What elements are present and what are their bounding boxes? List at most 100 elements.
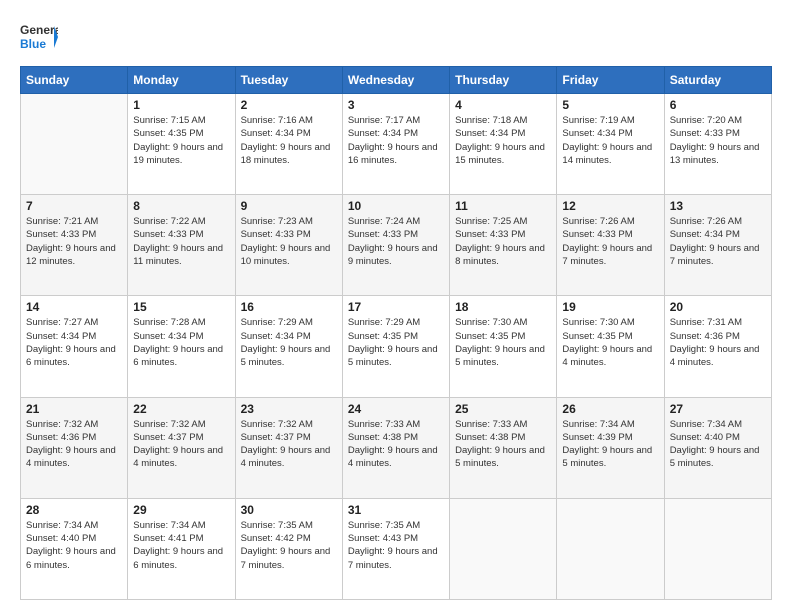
calendar-week-3: 14Sunrise: 7:27 AMSunset: 4:34 PMDayligh… bbox=[21, 296, 772, 397]
day-number: 27 bbox=[670, 402, 766, 416]
calendar-cell: 23 Sunrise: 7:32 AMSunset: 4:37 PMDayligh… bbox=[235, 397, 342, 498]
day-number: 18 bbox=[455, 300, 551, 314]
calendar-header-row: SundayMondayTuesdayWednesdayThursdayFrid… bbox=[21, 67, 772, 94]
calendar-cell: 18 Sunrise: 7:30 AMSunset: 4:35 PMDayligh… bbox=[450, 296, 557, 397]
day-info: Sunrise: 7:34 AMSunset: 4:40 PMDaylight:… bbox=[670, 418, 766, 471]
day-info: Sunrise: 7:31 AMSunset: 4:36 PMDaylight:… bbox=[670, 316, 766, 369]
day-number: 29 bbox=[133, 503, 229, 517]
calendar-cell: 14Sunrise: 7:27 AMSunset: 4:34 PMDayligh… bbox=[21, 296, 128, 397]
calendar-cell: 5 Sunrise: 7:19 AMSunset: 4:34 PMDaylight… bbox=[557, 94, 664, 195]
calendar-cell: 13 Sunrise: 7:26 AMSunset: 4:34 PMDayligh… bbox=[664, 195, 771, 296]
calendar-cell: 22 Sunrise: 7:32 AMSunset: 4:37 PMDayligh… bbox=[128, 397, 235, 498]
day-info: Sunrise: 7:20 AMSunset: 4:33 PMDaylight:… bbox=[670, 114, 766, 167]
calendar-cell: 11 Sunrise: 7:25 AMSunset: 4:33 PMDayligh… bbox=[450, 195, 557, 296]
day-info: Sunrise: 7:33 AMSunset: 4:38 PMDaylight:… bbox=[348, 418, 444, 471]
calendar-week-4: 21 Sunrise: 7:32 AMSunset: 4:36 PMDayligh… bbox=[21, 397, 772, 498]
day-info: Sunrise: 7:30 AMSunset: 4:35 PMDaylight:… bbox=[455, 316, 551, 369]
calendar-cell: 7 Sunrise: 7:21 AMSunset: 4:33 PMDaylight… bbox=[21, 195, 128, 296]
day-number: 4 bbox=[455, 98, 551, 112]
day-number: 16 bbox=[241, 300, 337, 314]
day-number: 6 bbox=[670, 98, 766, 112]
day-info: Sunrise: 7:23 AMSunset: 4:33 PMDaylight:… bbox=[241, 215, 337, 268]
day-number: 26 bbox=[562, 402, 658, 416]
weekday-header-sunday: Sunday bbox=[21, 67, 128, 94]
day-info: Sunrise: 7:25 AMSunset: 4:33 PMDaylight:… bbox=[455, 215, 551, 268]
calendar-cell bbox=[450, 498, 557, 599]
day-info: Sunrise: 7:30 AMSunset: 4:35 PMDaylight:… bbox=[562, 316, 658, 369]
day-number: 5 bbox=[562, 98, 658, 112]
calendar-cell: 8 Sunrise: 7:22 AMSunset: 4:33 PMDaylight… bbox=[128, 195, 235, 296]
day-number: 24 bbox=[348, 402, 444, 416]
day-number: 12 bbox=[562, 199, 658, 213]
day-number: 31 bbox=[348, 503, 444, 517]
day-number: 25 bbox=[455, 402, 551, 416]
day-info: Sunrise: 7:16 AMSunset: 4:34 PMDaylight:… bbox=[241, 114, 337, 167]
day-number: 30 bbox=[241, 503, 337, 517]
day-info: Sunrise: 7:19 AMSunset: 4:34 PMDaylight:… bbox=[562, 114, 658, 167]
day-info: Sunrise: 7:32 AMSunset: 4:37 PMDaylight:… bbox=[133, 418, 229, 471]
svg-text:General: General bbox=[20, 23, 58, 37]
calendar-cell: 30 Sunrise: 7:35 AMSunset: 4:42 PMDayligh… bbox=[235, 498, 342, 599]
calendar-cell bbox=[664, 498, 771, 599]
calendar-cell: 1 Sunrise: 7:15 AMSunset: 4:35 PMDaylight… bbox=[128, 94, 235, 195]
day-info: Sunrise: 7:34 AMSunset: 4:41 PMDaylight:… bbox=[133, 519, 229, 572]
day-number: 23 bbox=[241, 402, 337, 416]
calendar-cell: 19 Sunrise: 7:30 AMSunset: 4:35 PMDayligh… bbox=[557, 296, 664, 397]
calendar-cell: 3 Sunrise: 7:17 AMSunset: 4:34 PMDaylight… bbox=[342, 94, 449, 195]
calendar-cell: 25 Sunrise: 7:33 AMSunset: 4:38 PMDayligh… bbox=[450, 397, 557, 498]
header: General Blue bbox=[20, 18, 772, 56]
logo: General Blue bbox=[20, 18, 58, 56]
calendar-cell: 29 Sunrise: 7:34 AMSunset: 4:41 PMDayligh… bbox=[128, 498, 235, 599]
day-info: Sunrise: 7:17 AMSunset: 4:34 PMDaylight:… bbox=[348, 114, 444, 167]
calendar-cell: 17 Sunrise: 7:29 AMSunset: 4:35 PMDayligh… bbox=[342, 296, 449, 397]
day-number: 8 bbox=[133, 199, 229, 213]
calendar-table: SundayMondayTuesdayWednesdayThursdayFrid… bbox=[20, 66, 772, 600]
calendar-cell: 12 Sunrise: 7:26 AMSunset: 4:33 PMDayligh… bbox=[557, 195, 664, 296]
logo-svg: General Blue bbox=[20, 18, 58, 56]
calendar-cell: 26 Sunrise: 7:34 AMSunset: 4:39 PMDayligh… bbox=[557, 397, 664, 498]
calendar-cell: 20 Sunrise: 7:31 AMSunset: 4:36 PMDayligh… bbox=[664, 296, 771, 397]
day-info: Sunrise: 7:26 AMSunset: 4:34 PMDaylight:… bbox=[670, 215, 766, 268]
day-number: 17 bbox=[348, 300, 444, 314]
calendar-cell: 16 Sunrise: 7:29 AMSunset: 4:34 PMDayligh… bbox=[235, 296, 342, 397]
day-info: Sunrise: 7:32 AMSunset: 4:37 PMDaylight:… bbox=[241, 418, 337, 471]
weekday-header-friday: Friday bbox=[557, 67, 664, 94]
day-number: 11 bbox=[455, 199, 551, 213]
day-info: Sunrise: 7:26 AMSunset: 4:33 PMDaylight:… bbox=[562, 215, 658, 268]
day-number: 7 bbox=[26, 199, 122, 213]
weekday-header-tuesday: Tuesday bbox=[235, 67, 342, 94]
day-info: Sunrise: 7:24 AMSunset: 4:33 PMDaylight:… bbox=[348, 215, 444, 268]
calendar-week-5: 28Sunrise: 7:34 AMSunset: 4:40 PMDayligh… bbox=[21, 498, 772, 599]
calendar-cell: 24 Sunrise: 7:33 AMSunset: 4:38 PMDayligh… bbox=[342, 397, 449, 498]
day-info: Sunrise: 7:21 AMSunset: 4:33 PMDaylight:… bbox=[26, 215, 122, 268]
day-number: 22 bbox=[133, 402, 229, 416]
day-info: Sunrise: 7:32 AMSunset: 4:36 PMDaylight:… bbox=[26, 418, 122, 471]
calendar-week-1: 1 Sunrise: 7:15 AMSunset: 4:35 PMDaylight… bbox=[21, 94, 772, 195]
day-number: 13 bbox=[670, 199, 766, 213]
day-info: Sunrise: 7:29 AMSunset: 4:35 PMDaylight:… bbox=[348, 316, 444, 369]
calendar-cell: 15Sunrise: 7:28 AMSunset: 4:34 PMDayligh… bbox=[128, 296, 235, 397]
calendar-cell: 6 Sunrise: 7:20 AMSunset: 4:33 PMDaylight… bbox=[664, 94, 771, 195]
day-number: 28 bbox=[26, 503, 122, 517]
day-info: Sunrise: 7:35 AMSunset: 4:42 PMDaylight:… bbox=[241, 519, 337, 572]
day-info: Sunrise: 7:22 AMSunset: 4:33 PMDaylight:… bbox=[133, 215, 229, 268]
day-number: 20 bbox=[670, 300, 766, 314]
calendar-cell: 4Sunrise: 7:18 AMSunset: 4:34 PMDaylight… bbox=[450, 94, 557, 195]
day-info: Sunrise: 7:33 AMSunset: 4:38 PMDaylight:… bbox=[455, 418, 551, 471]
day-info: Sunrise: 7:15 AMSunset: 4:35 PMDaylight:… bbox=[133, 114, 229, 167]
day-info: Sunrise: 7:28 AMSunset: 4:34 PMDaylight:… bbox=[133, 316, 229, 369]
calendar-cell: 31 Sunrise: 7:35 AMSunset: 4:43 PMDayligh… bbox=[342, 498, 449, 599]
day-number: 19 bbox=[562, 300, 658, 314]
day-number: 1 bbox=[133, 98, 229, 112]
calendar-cell: 2Sunrise: 7:16 AMSunset: 4:34 PMDaylight… bbox=[235, 94, 342, 195]
day-info: Sunrise: 7:35 AMSunset: 4:43 PMDaylight:… bbox=[348, 519, 444, 572]
day-number: 9 bbox=[241, 199, 337, 213]
day-number: 3 bbox=[348, 98, 444, 112]
day-number: 21 bbox=[26, 402, 122, 416]
day-number: 10 bbox=[348, 199, 444, 213]
calendar-cell: 28Sunrise: 7:34 AMSunset: 4:40 PMDayligh… bbox=[21, 498, 128, 599]
day-number: 14 bbox=[26, 300, 122, 314]
weekday-header-thursday: Thursday bbox=[450, 67, 557, 94]
day-info: Sunrise: 7:29 AMSunset: 4:34 PMDaylight:… bbox=[241, 316, 337, 369]
day-info: Sunrise: 7:34 AMSunset: 4:39 PMDaylight:… bbox=[562, 418, 658, 471]
